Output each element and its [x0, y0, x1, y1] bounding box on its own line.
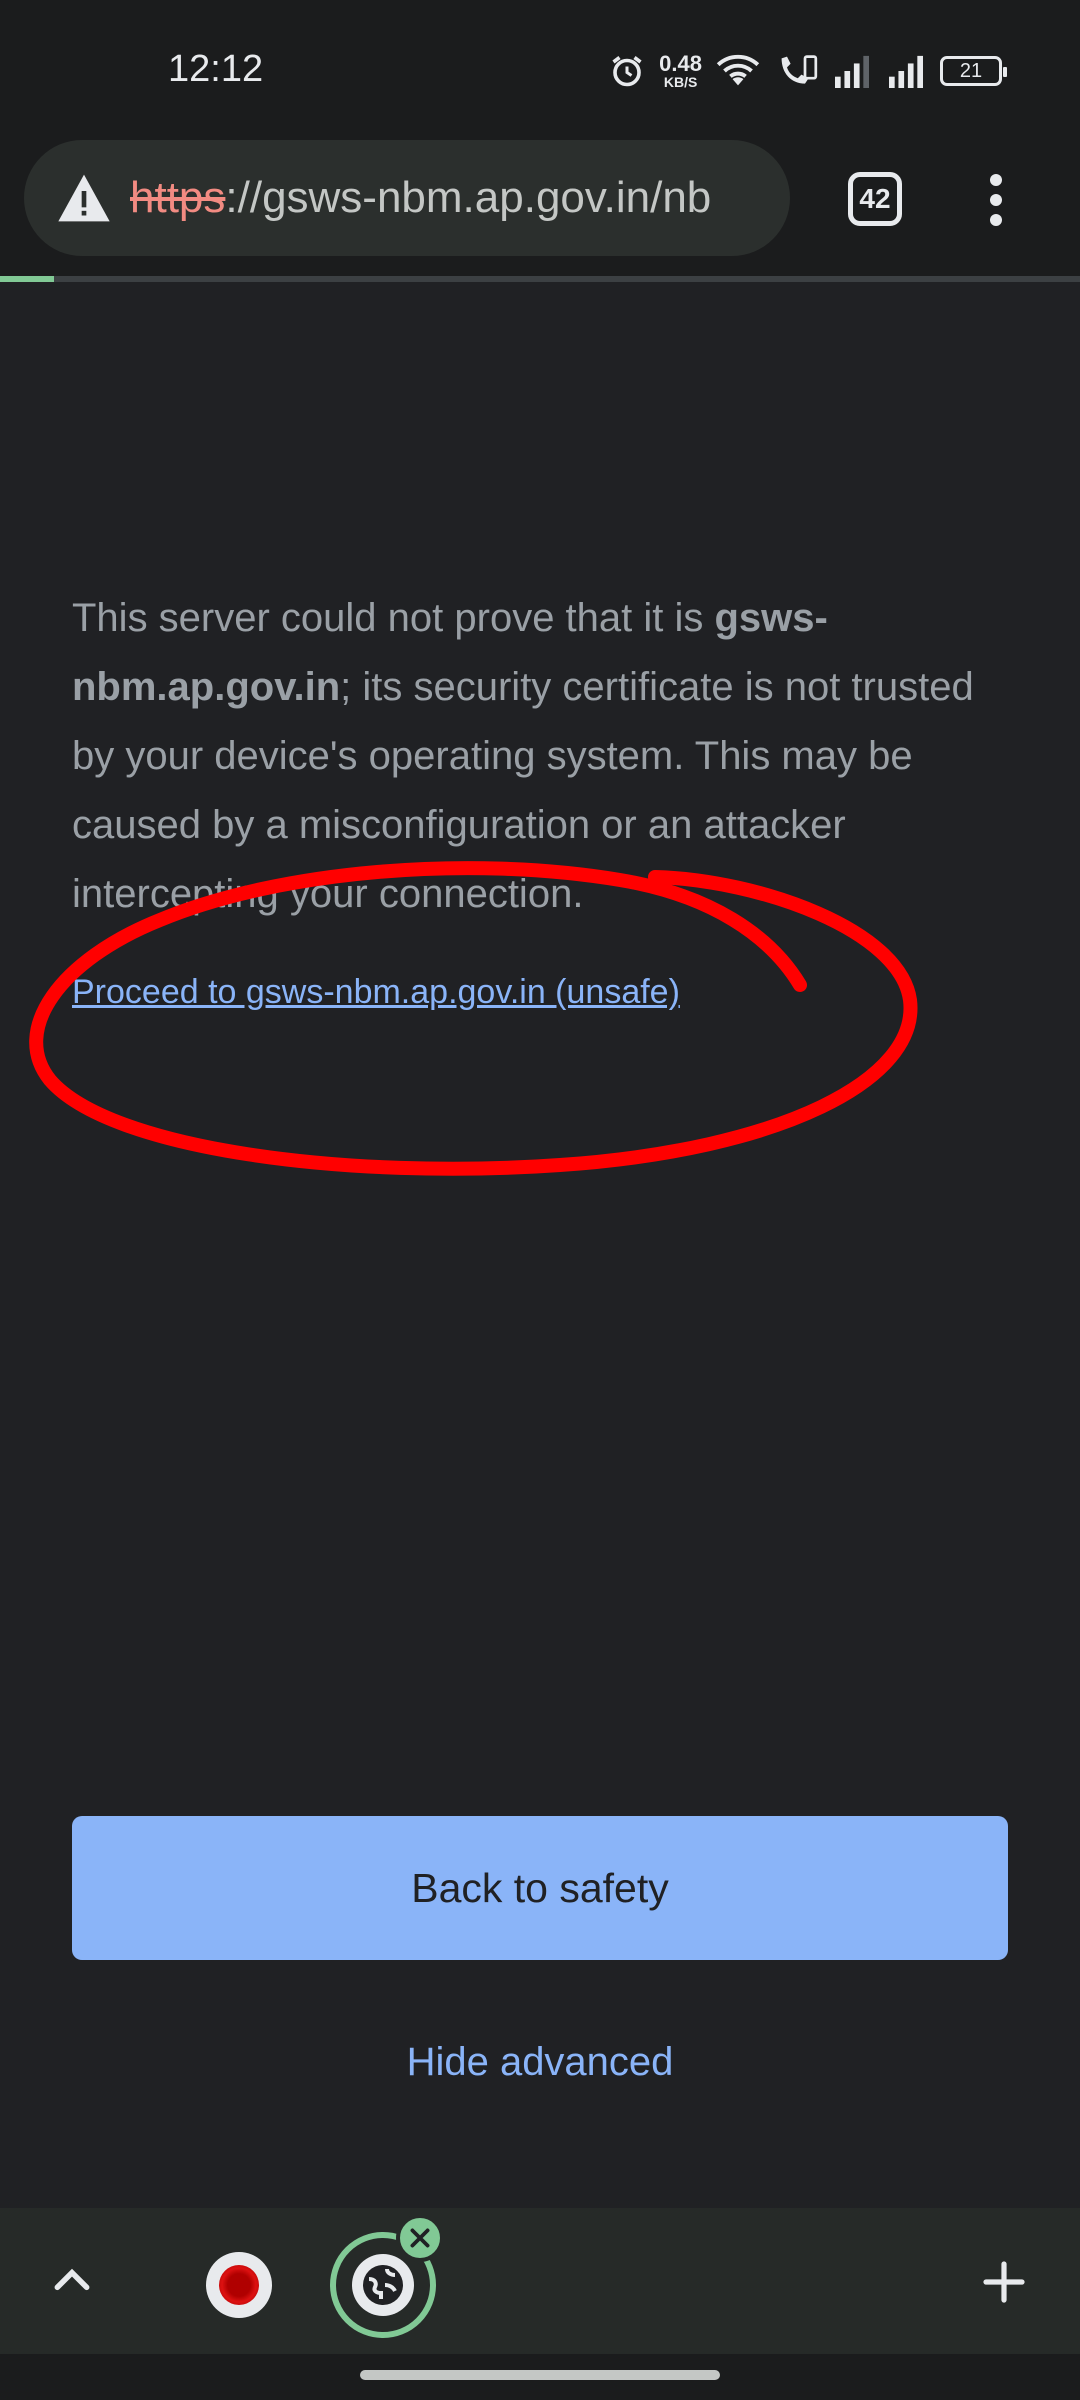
security-warning-message: This server could not prove that it is g…	[72, 584, 1012, 929]
screen: 12:12 0.48 KB/S 21 https://gsws-nbm.ap.g…	[0, 0, 1080, 2400]
hide-advanced-link[interactable]: Hide advanced	[0, 2040, 1080, 2085]
bottom-tab-strip	[0, 2208, 1080, 2354]
globe-icon	[363, 2265, 403, 2305]
chevron-up-icon[interactable]	[50, 2258, 94, 2302]
status-icons: 0.48 KB/S 21	[609, 50, 1007, 92]
status-time: 12:12	[168, 48, 264, 90]
warning-icon[interactable]	[56, 172, 112, 224]
tab-thumbnail[interactable]	[206, 2252, 272, 2318]
tab-count: 42	[859, 183, 891, 214]
tab-switcher-button[interactable]: 42	[848, 172, 902, 226]
close-icon[interactable]	[396, 2214, 444, 2262]
proceed-unsafe-link[interactable]: Proceed to gsws-nbm.ap.gov.in (unsafe)	[72, 973, 680, 1012]
battery-indicator: 21	[940, 56, 1007, 86]
page-load-progress	[0, 276, 54, 282]
network-speed-unit: KB/S	[663, 74, 698, 90]
url-scheme: https	[130, 173, 226, 222]
network-speed-value: 0.48	[659, 51, 702, 76]
signal-icon	[889, 55, 923, 88]
status-bar: 12:12 0.48 KB/S 21	[0, 0, 1080, 138]
browser-toolbar: https://gsws-nbm.ap.gov.in/nb 42	[0, 138, 1080, 278]
gesture-handle[interactable]	[360, 2370, 720, 2380]
network-speed: 0.48 KB/S	[659, 51, 702, 90]
back-to-safety-button[interactable]: Back to safety	[72, 1816, 1008, 1960]
battery-level: 21	[959, 59, 983, 82]
progress-track	[0, 276, 1080, 282]
plus-icon[interactable]	[980, 2258, 1028, 2306]
signal-icon	[835, 55, 869, 88]
address-bar[interactable]: https://gsws-nbm.ap.gov.in/nb	[24, 140, 790, 256]
wifi-calling-icon	[781, 55, 818, 84]
interstitial-content: This server could not prove that it is g…	[72, 584, 1012, 1012]
url-text[interactable]: https://gsws-nbm.ap.gov.in/nb	[130, 173, 711, 223]
url-host: ://gsws-nbm.ap.gov.in/nb	[225, 173, 712, 222]
message-text-before: This server could not prove that it is	[72, 596, 715, 640]
alarm-icon	[612, 56, 642, 87]
wifi-icon	[716, 54, 760, 86]
menu-icon[interactable]	[978, 174, 1014, 228]
